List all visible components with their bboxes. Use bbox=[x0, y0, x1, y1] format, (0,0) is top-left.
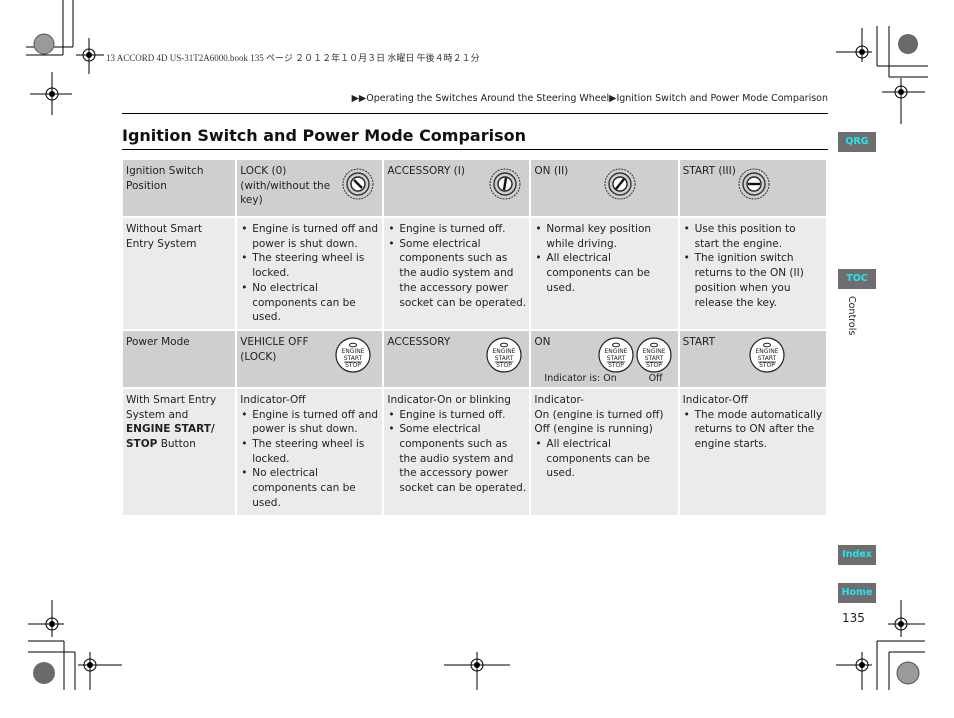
indicator-status: Indicator-Off bbox=[240, 393, 306, 406]
breadcrumb-current: Ignition Switch and Power Mode Compariso… bbox=[616, 93, 828, 104]
svg-text:ENGINE: ENGINE bbox=[605, 348, 628, 355]
svg-text:STOP: STOP bbox=[759, 362, 775, 369]
page-number: 135 bbox=[842, 611, 865, 625]
accessory-mode-cell: ACCESSORY ENGINE START STOP bbox=[387, 335, 526, 383]
svg-text:START: START bbox=[607, 355, 626, 362]
breadcrumb: ▶▶Operating the Switches Around the Stee… bbox=[352, 93, 828, 104]
engine-start-stop-button-icon: ENGINESTARTSTOP bbox=[748, 337, 785, 373]
list-item: The mode automatically returns to ON aft… bbox=[683, 408, 823, 452]
start-mode-cell: START ENGINE START STOP bbox=[683, 335, 823, 383]
home-tab[interactable]: Home bbox=[838, 583, 876, 603]
svg-text:START: START bbox=[757, 355, 776, 362]
page-title: Ignition Switch and Power Mode Compariso… bbox=[122, 126, 526, 145]
indicator-status-off: Off (engine is running) bbox=[534, 423, 653, 436]
row-label: With Smart Entry System and ENGINE START… bbox=[123, 388, 236, 515]
key-start-icon bbox=[738, 168, 770, 200]
qrg-tab[interactable]: QRG bbox=[838, 132, 876, 152]
svg-text:ENGINE: ENGINE bbox=[342, 348, 365, 355]
svg-text:START: START bbox=[495, 355, 514, 362]
lock-position-cell: LOCK (0) (with/without the key) bbox=[240, 164, 379, 212]
list-item: All electrical components can be used. bbox=[534, 437, 674, 481]
indicator-on-label: Indicator is: On bbox=[544, 373, 617, 385]
indicator-status-on: On (engine is turned off) bbox=[534, 408, 664, 421]
on-mode-cell: ON ENGINE START STOP ENGINE START STOP Indic… bbox=[534, 335, 674, 384]
engine-start-stop-button-icon-on: ENGINESTARTSTOP bbox=[598, 337, 635, 373]
list-item: All electrical components can be used. bbox=[534, 251, 674, 295]
start-mode-description-list: The mode automatically returns to ON aft… bbox=[683, 408, 823, 452]
list-item: Engine is turned off and power is shut d… bbox=[240, 408, 379, 437]
toc-tab[interactable]: TOC bbox=[838, 269, 876, 289]
list-item: No electrical components can be used. bbox=[240, 466, 379, 510]
svg-text:STOP: STOP bbox=[345, 362, 361, 369]
key-accessory-icon bbox=[489, 168, 521, 200]
accessory-mode-description-list: Engine is turned off. Some electrical co… bbox=[387, 408, 526, 496]
engine-start-stop-button-icon: ENGINESTARTSTOP bbox=[335, 337, 371, 373]
breadcrumb-parent-link[interactable]: Operating the Switches Around the Steeri… bbox=[366, 93, 609, 104]
list-item: Normal key position while driving. bbox=[534, 222, 674, 251]
indicator-status: Indicator-On or blinking bbox=[387, 393, 511, 406]
list-item: The steering wheel is locked. bbox=[240, 251, 379, 280]
list-item: No electrical components can be used. bbox=[240, 281, 379, 325]
svg-text:STOP: STOP bbox=[609, 362, 625, 369]
svg-text:ENGINE: ENGINE bbox=[643, 348, 666, 355]
breadcrumb-prefix-icon: ▶▶ bbox=[351, 93, 367, 104]
svg-text:ENGINE: ENGINE bbox=[493, 348, 516, 355]
svg-text:ENGINE: ENGINE bbox=[755, 348, 778, 355]
on-mode-description-list: All electrical components can be used. bbox=[534, 437, 674, 481]
row-label: Without Smart Entry System bbox=[123, 218, 236, 329]
print-info: 13 ACCORD 4D US-31T2A6000.book 135 ページ ２… bbox=[106, 53, 480, 63]
on-description-list: Normal key position while driving. All e… bbox=[534, 222, 674, 296]
section-label: Controls bbox=[846, 296, 857, 336]
with-smart-entry-row: With Smart Entry System and ENGINE START… bbox=[123, 388, 826, 515]
engine-start-stop-button-icon: ENGINESTARTSTOP bbox=[486, 337, 523, 373]
list-item: Engine is turned off. bbox=[387, 408, 526, 423]
comparison-table: Ignition Switch Position LOCK (0) (with/… bbox=[121, 158, 828, 517]
without-smart-entry-row: Without Smart Entry System Engine is tur… bbox=[123, 218, 826, 329]
row-label: Power Mode bbox=[123, 330, 236, 387]
key-lock-icon bbox=[342, 168, 374, 200]
svg-text:START: START bbox=[645, 355, 664, 362]
indicator-off-label: Off bbox=[648, 373, 663, 385]
ignition-header-row: Ignition Switch Position LOCK (0) (with/… bbox=[123, 160, 826, 216]
svg-text:START: START bbox=[344, 355, 363, 362]
list-item: Engine is turned off. bbox=[387, 222, 526, 237]
list-item: Engine is turned off and power is shut d… bbox=[240, 222, 379, 251]
title-divider bbox=[122, 149, 828, 150]
lock-description-list: Engine is turned off and power is shut d… bbox=[240, 222, 379, 325]
list-item: Some electrical components such as the a… bbox=[387, 422, 526, 496]
svg-text:STOP: STOP bbox=[647, 362, 663, 369]
list-item: The ignition switch returns to the ON (I… bbox=[683, 251, 823, 310]
row-label: Ignition Switch Position bbox=[123, 160, 236, 216]
vehicle-off-description-list: Engine is turned off and power is shut d… bbox=[240, 408, 379, 511]
svg-text:STOP: STOP bbox=[497, 362, 513, 369]
list-item: Some electrical components such as the a… bbox=[387, 237, 526, 311]
accessory-description-list: Engine is turned off. Some electrical co… bbox=[387, 222, 526, 310]
list-item: Use this position to start the engine. bbox=[683, 222, 823, 251]
accessory-position-cell: ACCESSORY (I) bbox=[387, 164, 526, 212]
breadcrumb-divider bbox=[122, 113, 828, 114]
power-mode-header-row: Power Mode VEHICLE OFF (LOCK) ENGINE STAR… bbox=[123, 330, 826, 387]
indicator-status: Indicator-Off bbox=[682, 393, 748, 406]
key-on-icon bbox=[604, 168, 636, 200]
start-position-cell: START (III) bbox=[683, 164, 823, 212]
index-tab[interactable]: Index bbox=[838, 545, 876, 565]
start-description-list: Use this position to start the engine. T… bbox=[683, 222, 823, 310]
list-item: The steering wheel is locked. bbox=[240, 437, 379, 466]
indicator-status: Indicator- bbox=[534, 393, 584, 406]
engine-start-stop-button-icon-off: ENGINESTARTSTOP bbox=[636, 337, 673, 373]
on-position-cell: ON (II) bbox=[534, 164, 674, 212]
vehicle-off-cell: VEHICLE OFF (LOCK) ENGINE START STOP bbox=[240, 335, 379, 383]
